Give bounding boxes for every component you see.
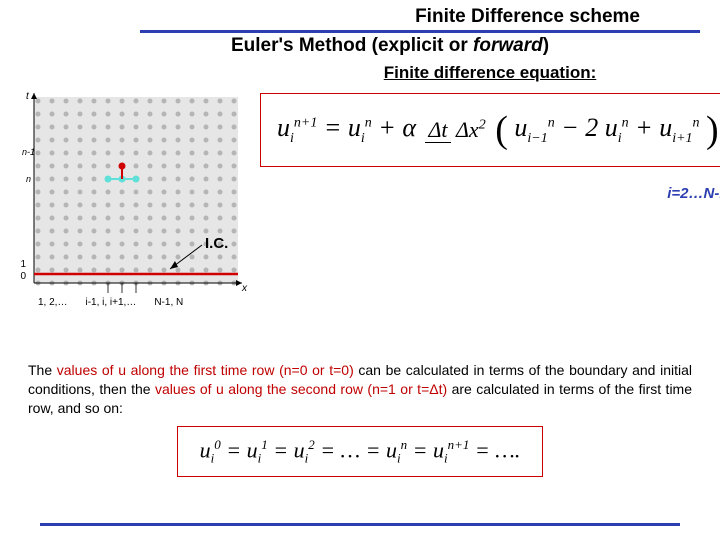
bu5: u	[433, 437, 444, 462]
eq-n3: n	[622, 115, 629, 130]
ic-label: I.C.	[205, 235, 228, 252]
beq2: =	[273, 437, 293, 462]
beq3: =	[413, 437, 433, 462]
bnp1: n+1	[448, 437, 470, 452]
content-row: t x n-1 n I.C. 1 0 1, 2,… i-1, i, i+1,… …	[20, 87, 700, 317]
subheading: Finite difference equation:	[280, 63, 700, 83]
bi2: i	[258, 450, 262, 465]
b0: 0	[214, 437, 221, 452]
row-label-0: 0	[16, 271, 26, 283]
fde-equation: uin+1 = uin + α Δt Δx2 ( ui−1n − 2 uin +…	[260, 93, 720, 167]
eq-ip1: i+1	[672, 131, 692, 146]
bi5: i	[444, 450, 448, 465]
equation-column: uin+1 = uin + α Δt Δx2 ( ui−1n − 2 uin +…	[260, 87, 720, 317]
grid-svg: t x n-1 n	[20, 87, 250, 317]
bi1: i	[211, 450, 215, 465]
t-axis-label: t	[26, 91, 30, 102]
beq1: =	[226, 437, 246, 462]
boundary-eq: ui0 = ui1 = ui2 = … = uin = uin+1 = ….	[177, 426, 544, 478]
bu2: u	[247, 437, 258, 462]
title-line-2: Euler's Method (explicit or forward)	[20, 35, 700, 57]
bi4: i	[397, 450, 401, 465]
i-range: i=2…N-1	[260, 185, 720, 202]
bdots1: = … =	[320, 437, 386, 462]
col-mid: i-1, i, i+1,…	[85, 297, 136, 308]
slide: Finite Difference scheme Euler's Method …	[0, 0, 720, 540]
title2-a: Euler's Method (explicit or	[231, 35, 473, 56]
bi3: i	[305, 450, 309, 465]
n1-label: n-1	[22, 147, 35, 157]
col-right: N-1, N	[154, 297, 183, 308]
eq-plus1: +	[378, 113, 402, 142]
eq-u2: u	[348, 113, 361, 142]
eq-i3: i	[618, 131, 622, 146]
eq-frac: Δt Δx2	[422, 119, 488, 141]
btrail: = ….	[475, 437, 520, 462]
p1b: values of u along the first time row (n=…	[57, 362, 354, 378]
eq-u3: u	[514, 113, 527, 142]
eq-n2: n	[548, 115, 555, 130]
eq-eq: =	[324, 113, 348, 142]
eq-lpar: (	[495, 109, 508, 151]
eq-m2: − 2	[561, 113, 598, 142]
bottom-rule	[40, 523, 680, 526]
eq-n4: n	[693, 115, 700, 130]
title-block: Finite Difference scheme	[20, 6, 700, 28]
eq-sq: 2	[479, 118, 486, 133]
title2-c: )	[543, 35, 549, 56]
eq-dt: Δt	[425, 117, 450, 143]
eq-plus2: +	[635, 113, 659, 142]
n-label: n	[26, 174, 31, 184]
b1: 1	[261, 437, 268, 452]
eq-alpha: α	[402, 113, 416, 142]
bu3: u	[294, 437, 305, 462]
b2: 2	[308, 437, 315, 452]
eq-im1: i−1	[527, 131, 547, 146]
eq-i2: i	[361, 131, 365, 146]
col-left: 1, 2,…	[38, 297, 67, 308]
p1a: The	[28, 362, 57, 378]
eq-u1: u	[277, 113, 290, 142]
bu1: u	[200, 437, 211, 462]
title2-b: forward	[473, 35, 543, 56]
bu4: u	[386, 437, 397, 462]
bn: n	[401, 437, 408, 452]
title-line-1: Finite Difference scheme	[20, 6, 640, 28]
row-labels: 1 0	[16, 259, 26, 283]
eq-i1: i	[290, 131, 294, 146]
row-label-1: 1	[16, 259, 26, 271]
eq-dx2: Δx2	[456, 117, 486, 142]
title-rule	[140, 30, 700, 33]
eq-u5: u	[659, 113, 672, 142]
explain-paragraph: The values of u along the first time row…	[20, 361, 700, 418]
eq-u4: u	[605, 113, 618, 142]
eq-np1: n+1	[294, 115, 317, 130]
p1d: values of u along the second row (n=1 or…	[155, 381, 447, 397]
eq-dx: Δx	[456, 117, 479, 142]
col-labels: 1, 2,… i-1, i, i+1,… N-1, N	[28, 297, 258, 308]
x-axis-label: x	[241, 283, 248, 294]
eq-rpar: )	[706, 109, 719, 151]
stencil-diagram: t x n-1 n I.C. 1 0 1, 2,… i-1, i, i+1,… …	[20, 87, 250, 317]
eq-n1: n	[365, 115, 372, 130]
